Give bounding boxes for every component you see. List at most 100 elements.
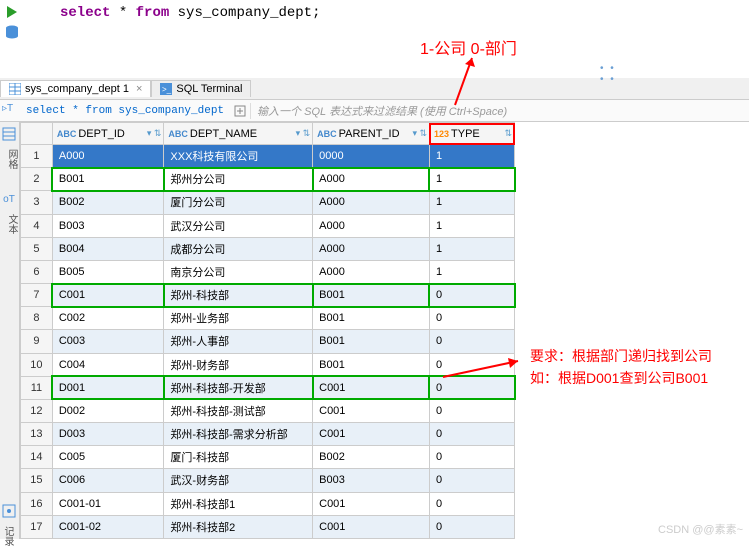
tab-result[interactable]: sys_company_dept 1 × (0, 80, 151, 97)
cell-dept-id[interactable]: B002 (52, 191, 164, 214)
cell-dept-name[interactable]: 郑州-业务部 (164, 307, 313, 330)
table-row[interactable]: 1A000XXX科技有限公司00001 (21, 145, 515, 168)
row-number[interactable]: 2 (21, 168, 53, 191)
row-number[interactable]: 17 (21, 515, 53, 538)
cell-type[interactable]: 1 (429, 214, 514, 237)
col-type[interactable]: 123 TYPE⇅ (429, 123, 514, 145)
cell-parent-id[interactable]: 0000 (313, 145, 430, 168)
table-row[interactable]: 7C001郑州-科技部B0010 (21, 284, 515, 307)
row-number[interactable]: 14 (21, 446, 53, 469)
table-row[interactable]: 17C001-02郑州-科技部2C0010 (21, 515, 515, 538)
rail-text-label[interactable]: 文本 (0, 211, 19, 237)
cell-dept-name[interactable]: XXX科技有限公司 (164, 145, 313, 168)
text-view-icon[interactable]: oT (0, 190, 18, 208)
table-row[interactable]: 5B004成都分公司A0001 (21, 237, 515, 260)
cell-dept-name[interactable]: 郑州-科技部-开发部 (164, 376, 313, 399)
cell-dept-id[interactable]: C001-01 (52, 492, 164, 515)
row-number[interactable]: 4 (21, 214, 53, 237)
table-row[interactable]: 15C006武汉-财务部B0030 (21, 469, 515, 492)
cell-parent-id[interactable]: C001 (313, 399, 430, 422)
cell-parent-id[interactable]: B001 (313, 353, 430, 376)
cell-dept-name[interactable]: 成都分公司 (164, 237, 313, 260)
cell-dept-name[interactable]: 郑州-科技部-需求分析部 (164, 423, 313, 446)
cell-dept-id[interactable]: C004 (52, 353, 164, 376)
table-row[interactable]: 4B003武汉分公司A0001 (21, 214, 515, 237)
cell-parent-id[interactable]: B001 (313, 284, 430, 307)
cell-type[interactable]: 0 (429, 307, 514, 330)
row-number[interactable]: 3 (21, 191, 53, 214)
cell-dept-id[interactable]: B004 (52, 237, 164, 260)
rail-log-label[interactable]: 记录 (0, 523, 15, 549)
row-number[interactable]: 5 (21, 237, 53, 260)
grid-view-icon[interactable] (0, 125, 18, 143)
cell-parent-id[interactable]: A000 (313, 168, 430, 191)
table-row[interactable]: 3B002厦门分公司A0001 (21, 191, 515, 214)
cell-dept-id[interactable]: B003 (52, 214, 164, 237)
cell-type[interactable]: 0 (429, 284, 514, 307)
cell-dept-id[interactable]: C006 (52, 469, 164, 492)
log-icon[interactable] (0, 502, 18, 520)
cell-type[interactable]: 1 (429, 191, 514, 214)
table-row[interactable]: 6B005南京分公司A0001 (21, 260, 515, 283)
cell-dept-name[interactable]: 郑州-财务部 (164, 353, 313, 376)
cell-type[interactable]: 1 (429, 145, 514, 168)
cell-parent-id[interactable]: B001 (313, 330, 430, 353)
cell-dept-name[interactable]: 郑州-科技部 (164, 284, 313, 307)
row-number[interactable]: 6 (21, 260, 53, 283)
cell-dept-name[interactable]: 郑州分公司 (164, 168, 313, 191)
cell-type[interactable]: 0 (429, 469, 514, 492)
cell-dept-id[interactable]: B001 (52, 168, 164, 191)
row-number[interactable]: 9 (21, 330, 53, 353)
cell-dept-name[interactable]: 郑州-人事部 (164, 330, 313, 353)
row-number[interactable]: 16 (21, 492, 53, 515)
cell-parent-id[interactable]: A000 (313, 214, 430, 237)
cell-parent-id[interactable]: B001 (313, 307, 430, 330)
cell-dept-id[interactable]: D002 (52, 399, 164, 422)
cell-dept-name[interactable]: 武汉-财务部 (164, 469, 313, 492)
cell-dept-id[interactable]: D003 (52, 423, 164, 446)
rail-grid-label[interactable]: 网格 (0, 146, 19, 172)
table-row[interactable]: 12D002郑州-科技部-测试部C0010 (21, 399, 515, 422)
cell-dept-name[interactable]: 郑州-科技部1 (164, 492, 313, 515)
cell-dept-id[interactable]: B005 (52, 260, 164, 283)
cell-dept-name[interactable]: 武汉分公司 (164, 214, 313, 237)
cell-dept-name[interactable]: 南京分公司 (164, 260, 313, 283)
cell-dept-id[interactable]: D001 (52, 376, 164, 399)
row-number[interactable]: 13 (21, 423, 53, 446)
col-parent-id[interactable]: ABC PARENT_ID▾⇅ (313, 123, 430, 145)
cell-parent-id[interactable]: A000 (313, 260, 430, 283)
tab-sql-terminal[interactable]: >_ SQL Terminal (151, 80, 251, 97)
cell-type[interactable]: 1 (429, 237, 514, 260)
expand-icon[interactable] (232, 103, 248, 119)
table-row[interactable]: 8C002郑州-业务部B0010 (21, 307, 515, 330)
filter-input[interactable]: 输入一个 SQL 表达式来过滤结果 (使用 Ctrl+Space) (250, 103, 749, 119)
cell-type[interactable]: 0 (429, 423, 514, 446)
table-row[interactable]: 2B001郑州分公司A0001 (21, 168, 515, 191)
cell-dept-id[interactable]: C002 (52, 307, 164, 330)
cell-type[interactable]: 0 (429, 446, 514, 469)
close-icon[interactable]: × (133, 83, 142, 95)
row-number[interactable]: 7 (21, 284, 53, 307)
col-dept-name[interactable]: ABC DEPT_NAME▾⇅ (164, 123, 313, 145)
cell-dept-id[interactable]: C001 (52, 284, 164, 307)
table-row[interactable]: 16C001-01郑州-科技部1C0010 (21, 492, 515, 515)
table-row[interactable]: 9C003郑州-人事部B0010 (21, 330, 515, 353)
cell-type[interactable]: 0 (429, 399, 514, 422)
cell-parent-id[interactable]: A000 (313, 237, 430, 260)
cell-type[interactable]: 0 (429, 330, 514, 353)
cell-dept-id[interactable]: C003 (52, 330, 164, 353)
cell-parent-id[interactable]: C001 (313, 423, 430, 446)
cell-parent-id[interactable]: A000 (313, 191, 430, 214)
cell-dept-id[interactable]: C001-02 (52, 515, 164, 538)
row-number[interactable]: 8 (21, 307, 53, 330)
row-number[interactable]: 15 (21, 469, 53, 492)
row-number[interactable]: 12 (21, 399, 53, 422)
cell-parent-id[interactable]: C001 (313, 515, 430, 538)
cell-dept-name[interactable]: 厦门-科技部 (164, 446, 313, 469)
row-number[interactable]: 10 (21, 353, 53, 376)
cell-parent-id[interactable]: B003 (313, 469, 430, 492)
table-row[interactable]: 13D003郑州-科技部-需求分析部C0010 (21, 423, 515, 446)
cell-type[interactable]: 1 (429, 260, 514, 283)
sql-editor[interactable]: select * from sys_company_dept; (0, 0, 749, 30)
cell-dept-name[interactable]: 厦门分公司 (164, 191, 313, 214)
